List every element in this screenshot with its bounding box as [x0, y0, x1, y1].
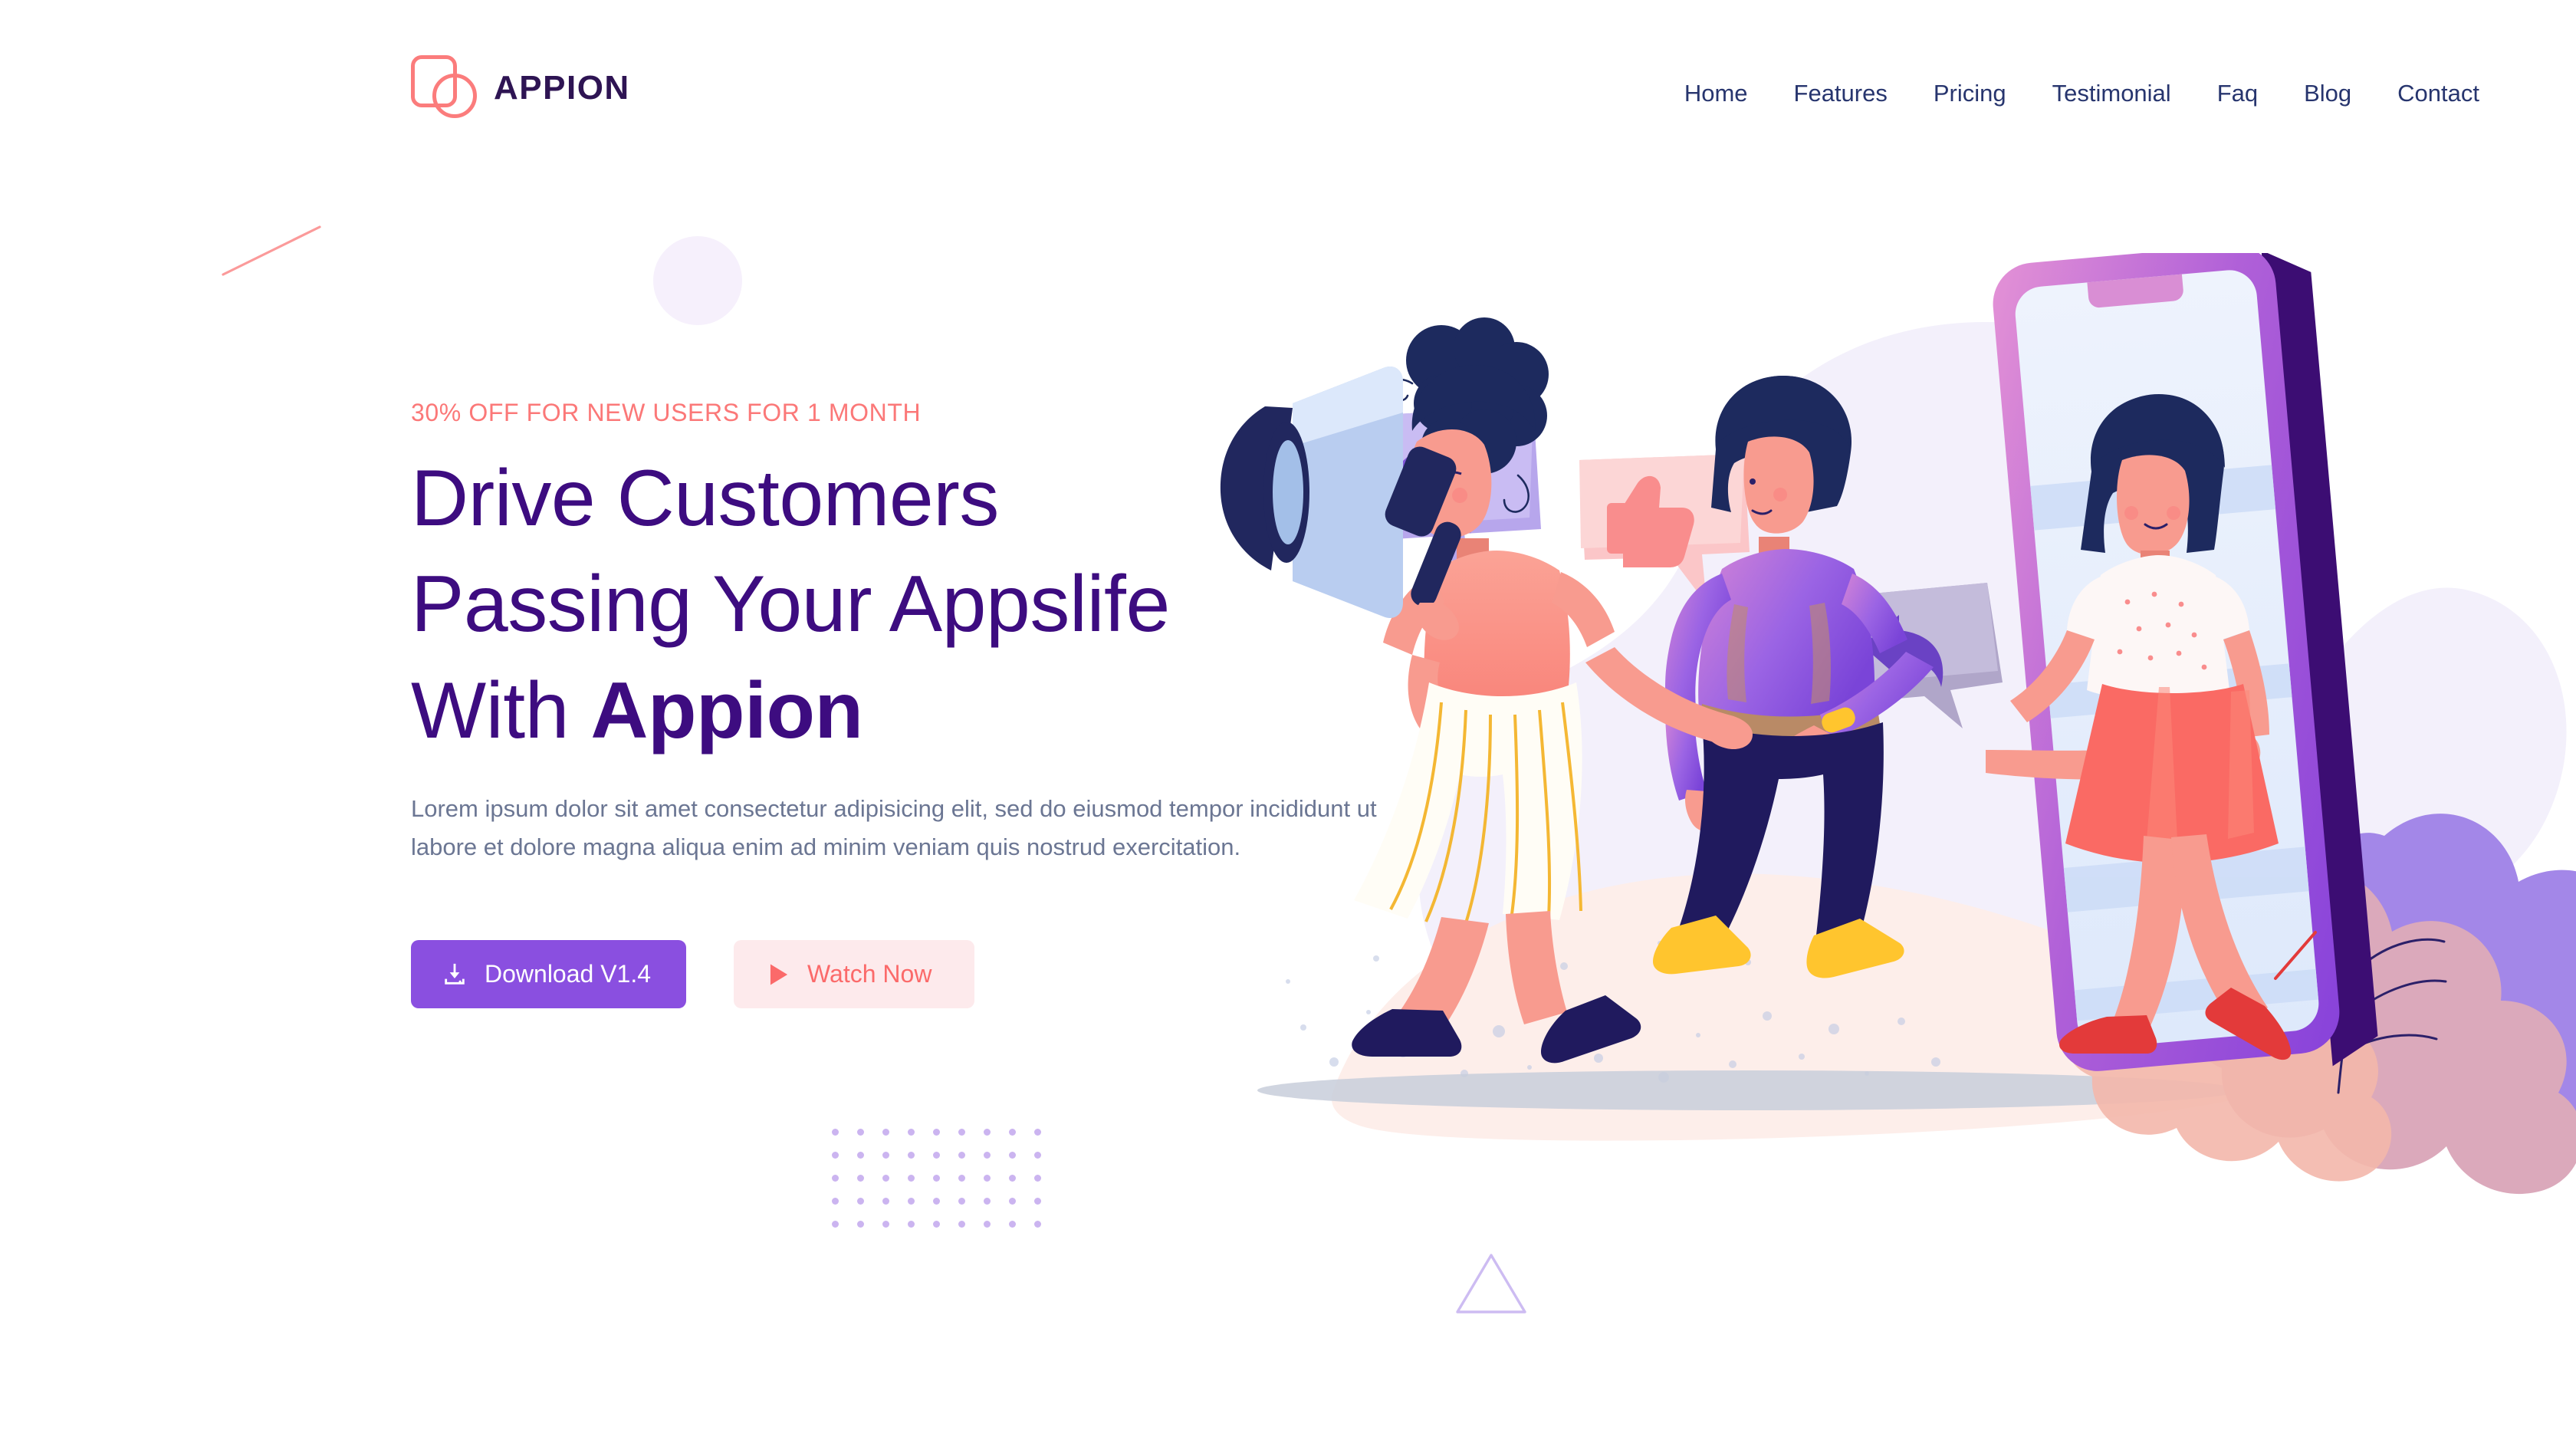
download-button[interactable]: Download V1.4 [411, 940, 687, 1009]
headline-brand-emphasis: Appion [590, 666, 863, 755]
logo-circle-shape [432, 74, 477, 118]
circle-decoration [653, 236, 742, 325]
diagonal-line-decoration [222, 225, 321, 276]
promo-eyebrow: 30% OFF FOR NEW USERS FOR 1 MONTH [411, 399, 922, 426]
nav-item-features[interactable]: Features [1771, 80, 1911, 107]
hero-paragraph: Lorem ipsum dolor sit amet consectetur a… [411, 794, 1377, 861]
page-title: Drive Customers Passing Your Appslife Wi… [411, 445, 1484, 764]
site-header: APPION Home Features Pricing Testimonial… [0, 0, 2576, 188]
download-icon [442, 962, 468, 988]
download-button-label: Download V1.4 [485, 960, 652, 988]
nav-item-blog[interactable]: Blog [2281, 80, 2374, 107]
dot-grid-decoration [832, 1129, 1060, 1244]
appion-logo-icon [411, 55, 477, 121]
nav-item-contact[interactable]: Contact [2374, 80, 2502, 107]
play-icon [767, 962, 790, 987]
headline-line-1: Drive Customers [411, 454, 999, 543]
nav-item-testimonial[interactable]: Testimonial [2029, 80, 2194, 107]
hero-content: 30% OFF FOR NEW USERS FOR 1 MONTH Drive … [411, 399, 1484, 1009]
landing-page: APPION Home Features Pricing Testimonial… [0, 0, 2576, 1440]
brand-logo[interactable]: APPION [411, 55, 630, 121]
nav-item-faq[interactable]: Faq [2194, 80, 2281, 107]
brand-name: APPION [494, 69, 630, 107]
watch-now-button[interactable]: Watch Now [734, 940, 975, 1009]
hero-cta-row: Download V1.4 Watch Now [411, 940, 1484, 1009]
triangle-decoration [1456, 1254, 1526, 1313]
watch-now-button-label: Watch Now [807, 960, 932, 988]
headline-line-3-light: With [411, 666, 591, 755]
ground-shadow [1257, 1070, 2239, 1110]
main-navigation: Home Features Pricing Testimonial Faq Bl… [1661, 80, 2502, 107]
nav-item-pricing[interactable]: Pricing [1911, 80, 2029, 107]
nav-item-home[interactable]: Home [1661, 80, 1771, 107]
headline-line-2: Passing Your Appslife [411, 560, 1170, 649]
